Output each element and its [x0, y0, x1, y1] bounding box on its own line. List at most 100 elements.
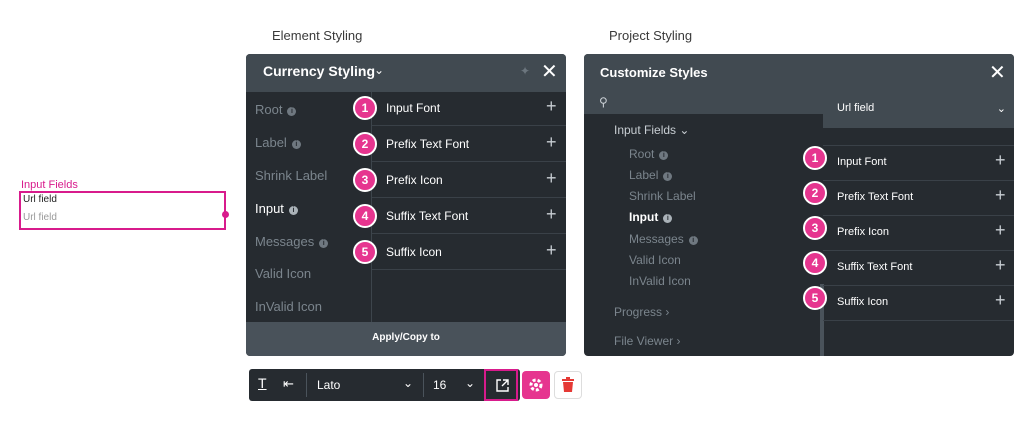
nav-label: Shrink Label [255, 168, 328, 183]
row-label: Prefix Text Font [837, 191, 914, 203]
tree-item-root[interactable]: Root i [629, 147, 669, 161]
step-badge: 4 [803, 251, 827, 275]
tree-item-valid-icon[interactable]: Valid Icon [629, 253, 681, 267]
chevron-right-icon: › [676, 334, 681, 348]
indent-icon[interactable]: ⇤ [283, 376, 294, 392]
delete-button[interactable] [554, 371, 582, 399]
style-row[interactable]: Prefix Icon + [372, 162, 566, 198]
close-icon[interactable]: ✕ [541, 62, 558, 82]
text-color-icon[interactable]: T [258, 375, 267, 391]
step-badge: 1 [803, 146, 827, 170]
external-link-button[interactable] [484, 369, 518, 401]
panel-title: Customize Styles [600, 65, 708, 80]
element-select-value: Url field [837, 102, 875, 114]
style-row[interactable]: Suffix Icon + [823, 286, 1014, 321]
plus-icon[interactable]: + [995, 290, 1006, 311]
tree-label: File Viewer [614, 334, 674, 348]
tree-label: Messages [629, 232, 684, 246]
customize-styles-panel: Customize Styles ✕ ⚲ Url field ⌄ Input F… [584, 54, 1014, 356]
row-label: Suffix Text Font [386, 209, 469, 223]
search-icon: ⚲ [599, 95, 608, 109]
preview-field-label: Url field [23, 194, 57, 205]
step-badge: 5 [353, 240, 377, 264]
selection-handle[interactable] [222, 211, 229, 218]
plus-icon[interactable]: + [546, 96, 557, 117]
format-toolbar: T ⇤ Lato ⌄ 16 ⌄ [249, 369, 520, 401]
style-row[interactable]: Suffix Text Font + [823, 251, 1014, 286]
element-select[interactable]: Url field ⌄ [823, 92, 1014, 128]
info-icon: i [688, 236, 698, 245]
tree-item-input[interactable]: Input i [629, 210, 673, 224]
style-row[interactable]: Prefix Text Font + [372, 126, 566, 162]
panel-header: Currency Styling ⌄ ✦ ✕ [246, 54, 566, 92]
style-row[interactable]: Suffix Text Font + [372, 198, 566, 234]
currency-styling-panel: Currency Styling ⌄ ✦ ✕ Root i Label i Shri… [246, 54, 566, 356]
font-size-select[interactable]: 16 [433, 378, 446, 392]
tree-label: Valid Icon [629, 253, 681, 267]
chevron-down-icon[interactable]: ⌄ [403, 376, 413, 390]
apply-copy-label: Apply/Copy to [372, 332, 440, 343]
style-row[interactable]: Prefix Text Font + [823, 181, 1014, 216]
plus-icon[interactable]: + [995, 255, 1006, 276]
plus-icon[interactable]: + [995, 150, 1006, 171]
tree-item-file-viewer[interactable]: File Viewer › [614, 334, 680, 348]
plus-icon[interactable]: + [546, 204, 557, 225]
chevron-right-icon: › [665, 305, 670, 319]
info-icon: i [663, 214, 673, 223]
pin-icon[interactable]: ✦ [520, 64, 530, 78]
preview-section-label: Input Fields [21, 179, 78, 191]
chevron-down-icon[interactable]: ⌄ [374, 63, 384, 77]
tree-item-input-fields[interactable]: Input Fields ⌄ [614, 123, 689, 137]
info-icon: i [291, 140, 301, 149]
divider [823, 128, 1014, 146]
info-icon: i [663, 172, 673, 181]
step-badge: 3 [353, 168, 377, 192]
preview-url-field[interactable]: Url field Url field [19, 191, 226, 230]
close-icon[interactable]: ✕ [989, 63, 1006, 83]
nav-item-label[interactable]: Label i [255, 135, 301, 150]
font-family-select[interactable]: Lato [317, 378, 340, 392]
search-input[interactable]: ⚲ [584, 92, 823, 114]
nav-item-root[interactable]: Root i [255, 102, 297, 117]
style-row[interactable]: Input Font + [823, 146, 1014, 181]
nav-item-invalid-icon[interactable]: InValid Icon [255, 299, 322, 314]
chevron-down-icon[interactable]: ⌄ [465, 376, 475, 390]
tree-item-invalid-icon[interactable]: InValid Icon [629, 274, 691, 288]
plus-icon[interactable]: + [995, 185, 1006, 206]
tree-label: Label [629, 168, 659, 182]
tree-item-messages[interactable]: Messages i [629, 232, 698, 246]
nav-item-input[interactable]: Input i [255, 201, 298, 216]
style-row[interactable]: Input Font + [372, 90, 566, 126]
tree-item-label[interactable]: Label i [629, 168, 673, 182]
tree-label: Input [629, 210, 659, 224]
apply-copy-button[interactable]: Apply/Copy to [246, 322, 566, 356]
chevron-down-icon: ⌄ [996, 103, 1006, 115]
tree-item-shrink-label[interactable]: Shrink Label [629, 189, 696, 203]
settings-button[interactable] [522, 371, 550, 399]
tree-label: Root [629, 147, 655, 161]
step-badge: 2 [353, 132, 377, 156]
step-badge: 1 [353, 96, 377, 120]
panel-header: Customize Styles ✕ [584, 54, 1014, 92]
panel-title[interactable]: Currency Styling [263, 63, 375, 79]
nav-item-valid-icon[interactable]: Valid Icon [255, 266, 311, 281]
nav-item-shrink-label[interactable]: Shrink Label [255, 168, 327, 183]
tree-item-progress[interactable]: Progress › [614, 305, 669, 319]
row-label: Suffix Icon [837, 296, 889, 308]
style-row[interactable]: Suffix Icon + [372, 234, 566, 270]
plus-icon[interactable]: + [546, 132, 557, 153]
plus-icon[interactable]: + [546, 240, 557, 261]
tree-label: Progress [614, 305, 663, 319]
plus-icon[interactable]: + [995, 220, 1006, 241]
nav-label: Valid Icon [255, 266, 312, 281]
tree-label: InValid Icon [629, 274, 691, 288]
row-label: Prefix Icon [386, 173, 443, 187]
info-icon: i [659, 151, 669, 160]
style-row[interactable]: Prefix Icon + [823, 216, 1014, 251]
nav-label: InValid Icon [255, 299, 322, 314]
preview-field-placeholder: Url field [23, 212, 57, 223]
plus-icon[interactable]: + [546, 168, 557, 189]
nav-label: Root [255, 102, 283, 117]
nav-item-messages[interactable]: Messages i [255, 234, 329, 249]
step-badge: 3 [803, 216, 827, 240]
